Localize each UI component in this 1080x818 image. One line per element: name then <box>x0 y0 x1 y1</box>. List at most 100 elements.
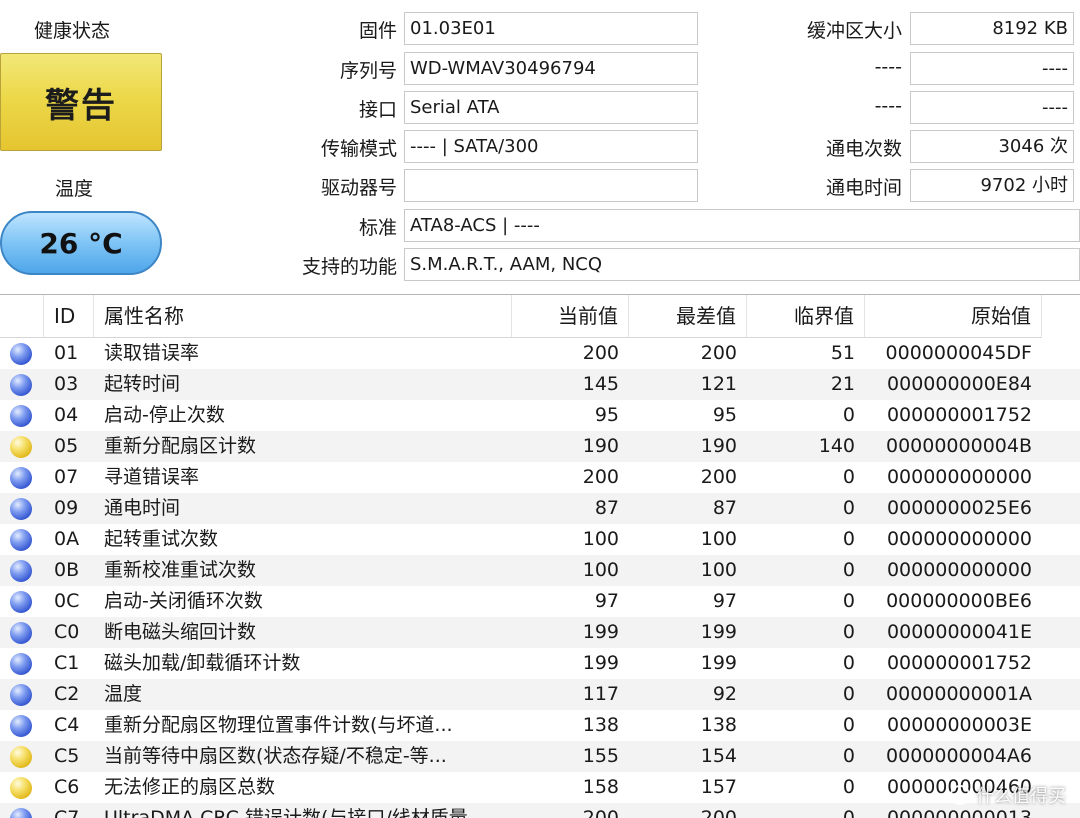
table-row[interactable]: C4 重新分配扇区物理位置事件计数(与坏道... 138 138 0 0000000000… <box>0 710 1080 741</box>
table-row[interactable]: 05 重新分配扇区计数 190 190 140 00000000004B <box>0 431 1080 462</box>
attribute-name: 读取错误率 <box>104 342 200 364</box>
attribute-id: C5 <box>54 745 80 767</box>
threshold-value: 0 <box>842 745 855 767</box>
current-value: 200 <box>582 466 619 488</box>
power-count-field[interactable]: 3046 次 <box>910 130 1074 163</box>
current-value: 95 <box>594 404 619 426</box>
raw-column-header[interactable]: 原始值 <box>865 295 1042 338</box>
threshold-value: 21 <box>830 373 855 395</box>
blank-field-1[interactable]: ---- <box>910 52 1074 85</box>
current-value: 158 <box>582 776 619 798</box>
table-row[interactable]: 0C 启动-关闭循环次数 97 97 0 000000000BE6 <box>0 586 1080 617</box>
worst-column-header[interactable]: 最差值 <box>629 295 747 338</box>
table-row[interactable]: 0B 重新校准重试次数 100 100 0 000000000000 <box>0 555 1080 586</box>
worst-value: 100 <box>700 559 737 581</box>
status-dot-icon <box>10 777 32 799</box>
drive-letter-label: 驱动器号 <box>320 177 397 199</box>
threshold-value: 0 <box>842 621 855 643</box>
threshold-value: 0 <box>842 404 855 426</box>
worst-value: 100 <box>700 528 737 550</box>
attribute-name: 起转时间 <box>104 373 181 395</box>
interface-label: 接口 <box>358 99 397 121</box>
raw-value: 000000000000 <box>886 466 1032 488</box>
features-label: 支持的功能 <box>301 256 397 278</box>
attribute-id: C1 <box>54 652 80 674</box>
table-row[interactable]: 01 读取错误率 200 200 51 0000000045DF <box>0 338 1080 369</box>
health-status-button[interactable]: 警告 <box>0 53 162 151</box>
raw-value: 000000001752 <box>886 652 1032 674</box>
transfer-mode-label: 传输模式 <box>320 138 397 160</box>
threshold-value: 140 <box>818 435 855 457</box>
table-row[interactable]: C5 当前等待中扇区数(状态存疑/不稳定-等... 155 154 0 000000000… <box>0 741 1080 772</box>
status-dot-icon <box>10 715 32 737</box>
buffer-size-field[interactable]: 8192 KB <box>910 12 1074 45</box>
temperature-button[interactable]: 26 °C <box>0 211 162 275</box>
drive-letter-field[interactable] <box>404 169 698 202</box>
attribute-id: C0 <box>54 621 80 643</box>
power-hours-label: 通电时间 <box>825 177 902 199</box>
current-value: 199 <box>582 621 619 643</box>
current-value: 190 <box>582 435 619 457</box>
current-value: 199 <box>582 652 619 674</box>
table-row[interactable]: C6 无法修正的扇区总数 158 157 0 000000000460 <box>0 772 1080 803</box>
worst-value: 92 <box>712 683 737 705</box>
table-row[interactable]: 03 起转时间 145 121 21 000000000E84 <box>0 369 1080 400</box>
table-row[interactable]: C1 磁头加载/卸载循环计数 199 199 0 000000001752 <box>0 648 1080 679</box>
serial-field[interactable]: WD-WMAV30496794 <box>404 52 698 85</box>
attribute-id: 0C <box>54 590 80 612</box>
status-column-header[interactable] <box>0 295 44 338</box>
table-row[interactable]: C7 UltraDMA CRC 错误计数(与接口/线材质量 200 200 0 00000… <box>0 803 1080 818</box>
power-hours-field[interactable]: 9702 小时 <box>910 169 1074 202</box>
threshold-value: 0 <box>842 683 855 705</box>
current-column-header[interactable]: 当前值 <box>512 295 629 338</box>
standard-field[interactable]: ATA8-ACS | ---- <box>404 209 1080 242</box>
blank-field-2[interactable]: ---- <box>910 91 1074 124</box>
raw-value: 000000000000 <box>886 528 1032 550</box>
attribute-name: 无法修正的扇区总数 <box>104 776 276 798</box>
status-dot-icon <box>10 467 32 489</box>
firmware-field[interactable]: 01.03E01 <box>404 12 698 45</box>
interface-field[interactable]: Serial ATA <box>404 91 698 124</box>
attribute-name: 磁头加载/卸载循环计数 <box>104 652 301 674</box>
raw-value: 00000000004B <box>885 435 1032 457</box>
temperature-label: 温度 <box>55 178 94 200</box>
raw-value: 00000000041E <box>887 621 1032 643</box>
blank-label-2: ---- <box>874 95 902 117</box>
name-column-header[interactable]: 属性名称 <box>94 295 512 338</box>
id-column-header[interactable]: ID <box>44 295 94 338</box>
attribute-id: C4 <box>54 714 80 736</box>
worst-value: 190 <box>700 435 737 457</box>
logo-icon <box>950 785 970 805</box>
threshold-value: 0 <box>842 497 855 519</box>
threshold-value: 0 <box>842 714 855 736</box>
table-row[interactable]: 0A 起转重试次数 100 100 0 000000000000 <box>0 524 1080 555</box>
attribute-name: 重新分配扇区物理位置事件计数(与坏道... <box>104 714 453 736</box>
attribute-name: 寻道错误率 <box>104 466 200 488</box>
attribute-id: 07 <box>54 466 79 488</box>
table-row[interactable]: 09 通电时间 87 87 0 0000000025E6 <box>0 493 1080 524</box>
threshold-value: 0 <box>842 590 855 612</box>
status-dot-icon <box>10 498 32 520</box>
current-value: 97 <box>594 590 619 612</box>
smart-attributes-table: ID 属性名称 当前值 最差值 临界值 原始值 01 读取错误率 200 200 51 0… <box>0 294 1080 818</box>
worst-value: 97 <box>712 590 737 612</box>
transfer-mode-field[interactable]: ---- | SATA/300 <box>404 130 698 163</box>
threshold-column-header[interactable]: 临界值 <box>747 295 865 338</box>
standard-label: 标准 <box>358 217 397 239</box>
raw-value: 0000000045DF <box>885 342 1032 364</box>
power-count-label: 通电次数 <box>825 138 902 160</box>
watermark: 什么值得买 <box>950 782 1066 808</box>
threshold-value: 51 <box>830 342 855 364</box>
attribute-name: 当前等待中扇区数(状态存疑/不稳定-等... <box>104 745 447 767</box>
table-row[interactable]: 04 启动-停止次数 95 95 0 000000001752 <box>0 400 1080 431</box>
table-row[interactable]: 07 寻道错误率 200 200 0 000000000000 <box>0 462 1080 493</box>
worst-value: 200 <box>700 466 737 488</box>
table-row[interactable]: C0 断电磁头缩回计数 199 199 0 00000000041E <box>0 617 1080 648</box>
health-status-label: 健康状态 <box>34 20 111 42</box>
status-dot-icon <box>10 405 32 427</box>
status-dot-icon <box>10 591 32 613</box>
table-row[interactable]: C2 温度 117 92 0 00000000001A <box>0 679 1080 710</box>
status-dot-icon <box>10 436 32 458</box>
features-field[interactable]: S.M.A.R.T., AAM, NCQ <box>404 248 1080 281</box>
status-dot-icon <box>10 560 32 582</box>
